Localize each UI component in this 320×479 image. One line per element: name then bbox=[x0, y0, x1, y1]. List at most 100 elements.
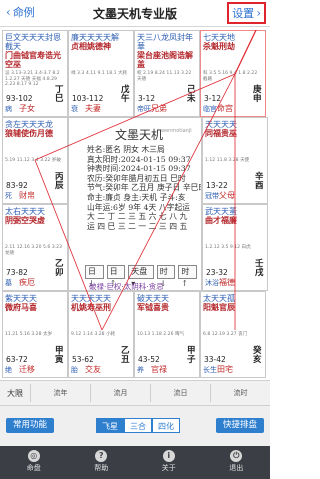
palace-name: 父母 bbox=[219, 191, 235, 200]
palace-friends[interactable]: 天天天天天 机姚寿巫刑 9.12 1.14 3.28 小耗 53-62 乙丑 胎 … bbox=[68, 291, 134, 378]
info-line: 运 四 巳 三 二 一 二 三 四 五 bbox=[87, 221, 188, 231]
chart-center-panel: 文墨天机 wenmotianji 姓名:匿名 阴女 木三局 真太阳时:2024-… bbox=[68, 117, 202, 291]
palace-changsheng: 死 bbox=[5, 192, 12, 200]
palace-changsheng: 胎 bbox=[71, 366, 78, 374]
palace-stars: 紫天天天 微府马喜 bbox=[5, 294, 65, 312]
palace-stars: 武天天蜚 曲才福廉 bbox=[205, 207, 265, 225]
settings-button[interactable]: 设置 › bbox=[227, 2, 266, 24]
palace-ganzhi: 辛酉 bbox=[255, 172, 264, 191]
palace-parents[interactable]: 天天天天 同福贵巫 1.12 11.8 3.28 天使 13-22 辛酉 冠带 父… bbox=[202, 117, 268, 204]
top-navigation-bar: ‹ 命例 文墨天机专业版 设置 › bbox=[0, 0, 270, 27]
palace-changsheng: 临官 bbox=[203, 105, 217, 113]
info-line: 真太阳时:2024-01-15 09:37 bbox=[87, 154, 191, 164]
palace-fortune[interactable]: 武天天蜚 曲才福廉 1.2.12 3.5 9.12 白虎 23-32 壬戌 沐浴 … bbox=[202, 204, 268, 291]
palace-age-range: 23-32 bbox=[206, 268, 228, 277]
hour-next-button[interactable]: 时↑ bbox=[178, 265, 197, 288]
palace-details: 科 3.5 5.16 9.4 1.8 2.22 截路 bbox=[203, 71, 258, 82]
period-decade[interactable]: 大限 bbox=[0, 388, 30, 399]
palace-stars: 廉天天天天解 贞相姚德神 bbox=[71, 33, 131, 51]
info-line: 命主:廉贞 身主:天机 子斗:亥 bbox=[87, 192, 186, 202]
chart-mode-switch: 飞星 三合 四化 bbox=[96, 418, 180, 433]
settings-label: 设置 bbox=[232, 7, 255, 20]
palace-details: 10.13 1.18 2.26 晦气 bbox=[137, 332, 185, 337]
period-month[interactable]: 流月 bbox=[91, 388, 150, 398]
palace-siblings[interactable]: 天三八龙凤封年華 梁台座池阁诰解盖 权 2.19 8.24 11.13 3.22 … bbox=[134, 30, 200, 117]
palace-details: 2.11 12.16 3.20 5.6 3.23 龙德 bbox=[5, 245, 62, 256]
day-next-button[interactable]: 日↑ bbox=[106, 265, 126, 288]
major-stars: 军钺喜贵 bbox=[137, 302, 169, 312]
palace-name: 子女 bbox=[19, 104, 35, 113]
minor-stars: 天三八龙凤封年華 bbox=[137, 33, 193, 51]
palace-ganzhi: 甲子 bbox=[187, 346, 196, 365]
tab-label: 命盘 bbox=[26, 464, 41, 472]
palace-stars: 贪左天天天龙 狼辅使伤月德 bbox=[5, 120, 65, 138]
chart-icon: ◎ bbox=[27, 450, 40, 462]
palace-changsheng: 冠带 bbox=[205, 192, 219, 200]
palace-life[interactable]: 七天天地 杀魁刑劫 科 3.5 5.16 9.4 1.8 2.22 截路 3-12… bbox=[200, 30, 266, 117]
palace-wealth[interactable]: 贪左天天天龙 狼辅使伤月德 5.19 11.12 3.4 3.22 岁破 83-9… bbox=[2, 117, 68, 204]
palace-ganzhi: 庚申 bbox=[253, 85, 262, 104]
palace-ganzhi: 丁巳 bbox=[55, 85, 64, 104]
chart-type-select[interactable]: 天盘 ▾ bbox=[128, 265, 154, 288]
palace-stars: 天天天天天 机姚寿巫刑 bbox=[71, 294, 131, 312]
period-hour[interactable]: 流时 bbox=[211, 388, 270, 398]
tab-exit[interactable]: ⏻ 退出 bbox=[203, 446, 271, 479]
palace-ganzhi: 乙卯 bbox=[55, 259, 64, 278]
quick-chart-button[interactable]: 快捷排盘 bbox=[216, 418, 264, 433]
help-icon: ? bbox=[95, 450, 108, 462]
major-stars: 门曲钺官寿诰光空巫 bbox=[5, 50, 61, 69]
palace-name: 交友 bbox=[85, 365, 101, 374]
tab-about[interactable]: i 关于 bbox=[135, 446, 203, 479]
info-line: 农历:癸卯年腊月初五日 巳时 bbox=[87, 173, 186, 183]
center-watermark: wenmotianji bbox=[161, 128, 192, 134]
palace-name: 财帛 bbox=[19, 191, 35, 200]
palace-stars: 天天天天 同福贵巫 bbox=[205, 120, 265, 138]
palace-career[interactable]: 破天天天 军钺喜贵 10.13 1.18 2.26 晦气 43-52 甲子 养 官… bbox=[134, 291, 200, 378]
palace-ganzhi: 乙丑 bbox=[121, 346, 130, 365]
palace-stars: 破天天天 军钺喜贵 bbox=[137, 294, 197, 312]
mode-feixing[interactable]: 飞星 bbox=[96, 418, 124, 433]
chevron-right-icon: › bbox=[256, 6, 261, 20]
period-year[interactable]: 流年 bbox=[31, 388, 90, 398]
major-stars: 梁台座池阁诰解盖 bbox=[137, 50, 193, 69]
palace-property[interactable]: 太天天孤 阳魁官辰 6.8 12.19 3.27 丧门 33-42 癸亥 长生 田… bbox=[200, 291, 266, 378]
palace-changsheng: 沐浴 bbox=[205, 279, 219, 287]
palace-name: 田宅 bbox=[217, 365, 233, 374]
palace-changsheng: 墓 bbox=[5, 279, 12, 287]
palace-age-range: 93-102 bbox=[6, 94, 33, 103]
palace-details: 权 2.19 8.24 11.13 3.22 天德 bbox=[137, 71, 192, 82]
palace-changsheng: 绝 bbox=[5, 366, 12, 374]
palace-ganzhi: 癸亥 bbox=[253, 346, 262, 365]
palace-stars: 天三八龙凤封年華 梁台座池阁诰解盖 bbox=[137, 33, 197, 69]
palace-details: 11.21 5.16 3.28 太岁 bbox=[5, 332, 53, 337]
common-functions-button[interactable]: 常用功能 bbox=[6, 418, 54, 433]
period-day[interactable]: 流日 bbox=[151, 388, 210, 398]
palace-age-range: 73-82 bbox=[6, 268, 28, 277]
mode-sanhe[interactable]: 三合 bbox=[124, 418, 152, 433]
palace-details: 禄 3.3 4.11 9.1 18.1 大耗 bbox=[71, 71, 128, 76]
major-stars: 阴弼空哭虚 bbox=[5, 215, 45, 225]
palace-age-range: 53-62 bbox=[72, 355, 94, 364]
palace-spouse[interactable]: 廉天天天天解 贞相姚德神 禄 3.3 4.11 9.1 18.1 大耗 103-1… bbox=[68, 30, 134, 117]
palace-name: 命宫 bbox=[217, 104, 233, 113]
tab-label: 关于 bbox=[161, 464, 176, 472]
major-stars: 阳魁官辰 bbox=[203, 302, 235, 312]
palace-stars: 太天天孤 阳魁官辰 bbox=[203, 294, 263, 312]
palace-name: 迁移 bbox=[19, 365, 35, 374]
tab-chart[interactable]: ◎ 命盘 bbox=[0, 446, 68, 479]
palace-changsheng: 病 bbox=[5, 105, 12, 113]
palace-name: 福德 bbox=[219, 278, 235, 287]
palace-ganzhi: 戊午 bbox=[121, 85, 130, 104]
tab-help[interactable]: ? 帮助 bbox=[68, 446, 136, 479]
palace-age-range: 33-42 bbox=[204, 355, 226, 364]
palace-children[interactable]: 巨文天天天封恩截天 门曲钺官寿诰光空巫 忌 3.13-3.21 3.4-3.7 8… bbox=[2, 30, 68, 117]
ziwei-chart: 巨文天天天封恩截天 门曲钺官寿诰光空巫 忌 3.13-3.21 3.4-3.7 8… bbox=[2, 30, 268, 378]
palace-health[interactable]: 太右天天天 阴弼空哭虚 2.11 12.16 3.20 5.6 3.23 龙德 7… bbox=[2, 204, 68, 291]
major-stars: 同福贵巫 bbox=[205, 128, 237, 138]
palace-changsheng: 帝旺 bbox=[137, 105, 151, 113]
hour-prev-button[interactable]: 时↓ bbox=[156, 265, 176, 288]
palace-travel[interactable]: 紫天天天 微府马喜 11.21 5.16 3.28 太岁 63-72 甲寅 绝 迁… bbox=[2, 291, 68, 378]
mode-sihua[interactable]: 四化 bbox=[152, 418, 180, 433]
day-prev-button[interactable]: 日↓ bbox=[85, 265, 104, 288]
exit-icon: ⏻ bbox=[230, 450, 243, 462]
